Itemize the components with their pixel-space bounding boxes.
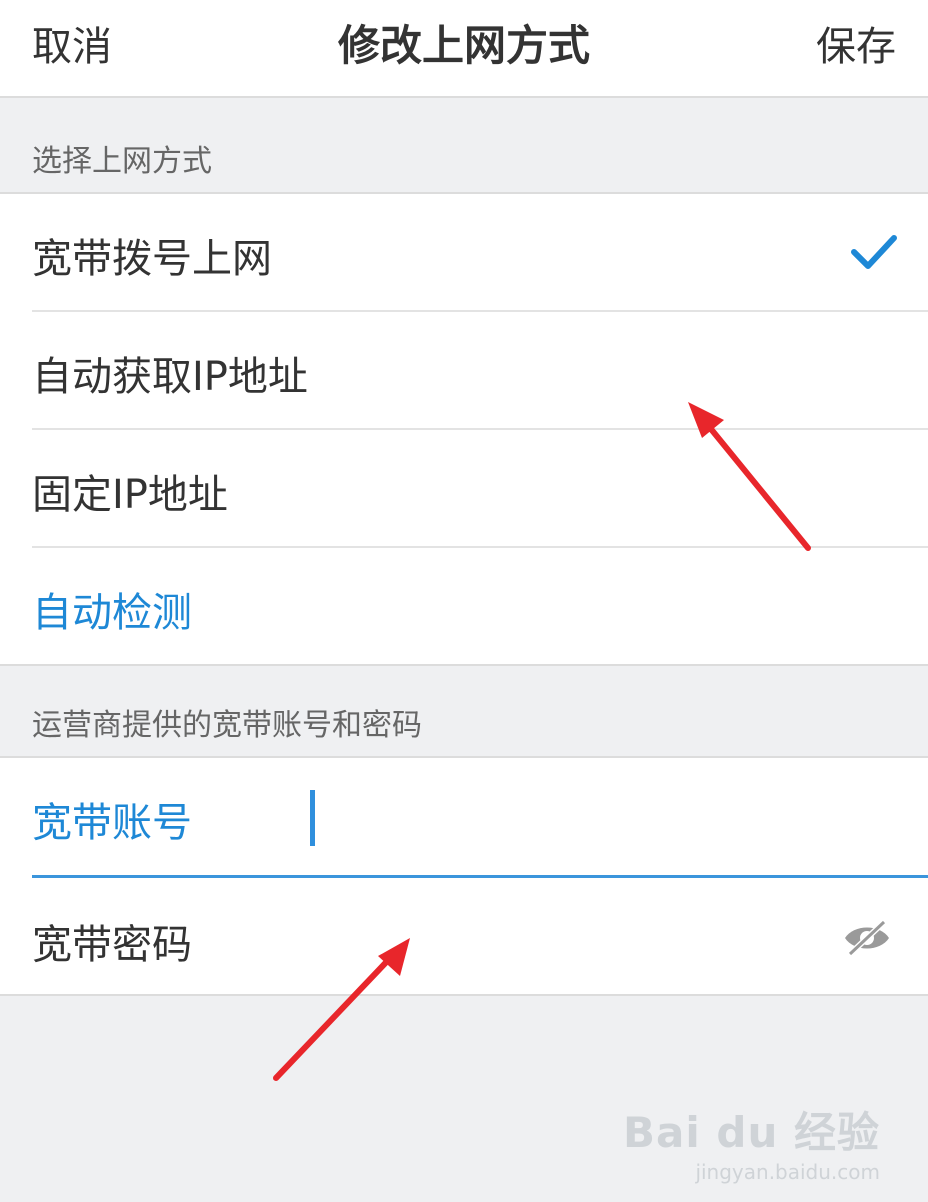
focused-input-underline (32, 875, 928, 878)
watermark-url: jingyan.baidu.com (695, 1160, 880, 1184)
option-static-ip[interactable]: 固定IP地址 (0, 430, 928, 546)
connection-type-list: 宽带拨号上网 自动获取IP地址 固定IP地址 自动检测 (0, 192, 928, 666)
option-label: 自动检测 (32, 590, 192, 636)
option-dhcp[interactable]: 自动获取IP地址 (0, 312, 928, 428)
credentials-form: 宽带账号 宽带密码 (0, 756, 928, 996)
option-pppoe[interactable]: 宽带拨号上网 (0, 194, 928, 310)
text-cursor (310, 790, 315, 846)
save-button[interactable]: 保存 (816, 14, 896, 72)
option-label: 固定IP地址 (32, 472, 228, 518)
password-row[interactable]: 宽带密码 (0, 880, 928, 996)
top-bar: 取消 修改上网方式 保存 (0, 0, 928, 98)
section-label-credentials: 运营商提供的宽带账号和密码 (32, 708, 422, 743)
option-auto-detect[interactable]: 自动检测 (0, 548, 928, 664)
check-icon (851, 235, 897, 269)
account-label: 宽带账号 (32, 800, 192, 846)
section-label-connection-type: 选择上网方式 (32, 144, 212, 179)
option-label: 自动获取IP地址 (32, 354, 308, 400)
eye-off-icon[interactable] (842, 918, 892, 958)
password-label: 宽带密码 (32, 922, 192, 968)
page-title: 修改上网方式 (337, 21, 590, 70)
account-row[interactable]: 宽带账号 (0, 758, 928, 874)
watermark: Bai du 经验 jingyan.baidu.com (623, 1099, 880, 1184)
watermark-logo: Bai du 经验 (623, 1108, 880, 1157)
option-label: 宽带拨号上网 (32, 236, 272, 282)
